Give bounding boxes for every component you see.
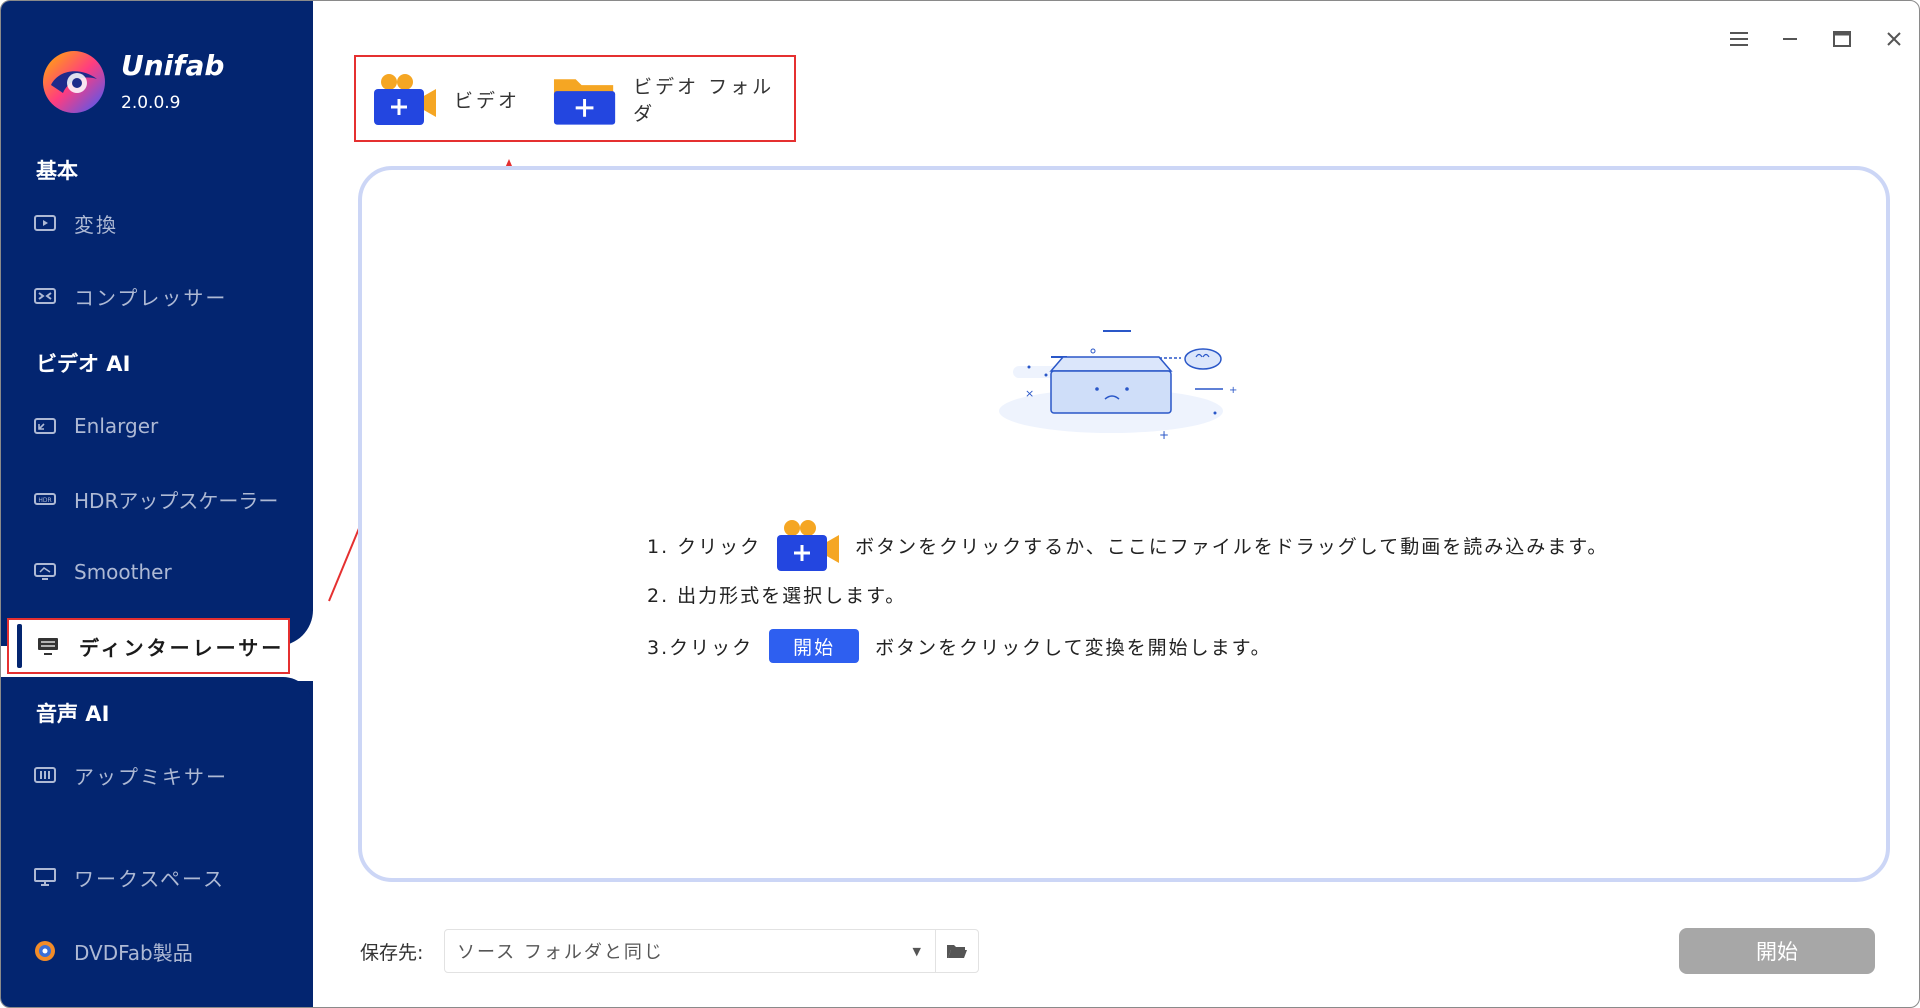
sidebar-item-label: アップミキサー (74, 764, 228, 789)
sidebar-item-label: DVDFab製品 (74, 940, 193, 965)
sidebar-item-label: Smoother (74, 560, 172, 584)
deinterlacer-icon (37, 637, 59, 655)
close-icon[interactable] (1880, 25, 1908, 53)
add-video-icon (374, 74, 436, 125)
play-box-icon (34, 214, 56, 232)
save-destination-select[interactable]: ソース フォルダと同じ ▼ (444, 929, 936, 973)
compress-icon (34, 287, 56, 305)
sidebar-item-label: Enlarger (74, 414, 159, 438)
sidebar-item-label: コンプレッサー (74, 285, 228, 310)
sidebar-item-smoother[interactable]: Smoother (1, 547, 313, 597)
start-button[interactable]: 開始 (1679, 928, 1875, 974)
add-video-button[interactable]: ビデオ (372, 71, 520, 127)
step3-prefix: 3.クリック (647, 636, 754, 659)
sidebar-item-upmixer[interactable]: アップミキサー (1, 750, 313, 800)
save-destination-label: 保存先: (360, 942, 424, 964)
sidebar-item-label: HDRアップスケーラー (74, 488, 279, 513)
add-folder-button[interactable]: ビデオ フォルダ (552, 71, 794, 127)
step3-suffix: ボタンをクリックして変換を開始します。 (875, 636, 1272, 659)
app-window: Unifab 2.0.0.9 基本 変換 コンプレッサー ビデオ AI Enla… (0, 0, 1920, 1008)
save-destination-value: ソース フォルダと同じ (457, 942, 664, 963)
svg-text:+: + (1229, 385, 1237, 396)
step1-suffix: ボタンをクリックするか、ここにファイルをドラッグして動画を読み込みます。 (855, 535, 1609, 558)
sidebar-item-deinterlacer[interactable]: ディンターレーサー (7, 618, 290, 674)
menu-icon[interactable] (1725, 25, 1753, 53)
svg-text:×: × (1025, 387, 1034, 400)
step1-prefix: 1. クリック (647, 535, 762, 558)
sidebar-item-hdr-upscaler[interactable]: HDR HDRアップスケーラー (1, 474, 313, 524)
unifab-logo (43, 51, 105, 113)
sidebar-item-label: ディンターレーサー (79, 635, 285, 660)
enlarge-icon (34, 417, 56, 435)
instruction-step-2: 2. 出力形式を選択します。 (647, 581, 906, 608)
section-audio-ai: 音声 AI (36, 702, 110, 726)
sidebar-item-label: ワークスペース (74, 866, 225, 891)
upmixer-icon (34, 766, 56, 784)
monitor-icon (34, 868, 56, 886)
sidebar-item-compressor[interactable]: コンプレッサー (1, 271, 313, 321)
sidebar-item-convert[interactable]: 変換 (1, 198, 313, 248)
svg-text:HDR: HDR (38, 497, 51, 504)
step2-text: 2. 出力形式を選択します。 (647, 585, 907, 607)
folder-open-icon (947, 945, 967, 958)
sidebar-item-workspace[interactable]: ワークスペース (1, 852, 313, 902)
section-video-ai: ビデオ AI (36, 352, 131, 376)
sidebar-item-label: 変換 (74, 212, 118, 237)
sidebar-item-enlarger[interactable]: Enlarger (1, 401, 313, 451)
instruction-step-1: 1. クリック ボタンをクリックするか、ここにファイルをドラッグして動画を読み込… (647, 517, 1608, 573)
instruction-step-3: 3.クリック 開始 ボタンをクリックして変換を開始します。 (647, 629, 1272, 663)
app-version: 2.0.0.9 (121, 93, 181, 113)
dvdfab-icon (34, 941, 56, 961)
smoother-icon (34, 563, 56, 581)
add-video-label: ビデオ (454, 89, 521, 112)
maximize-icon[interactable] (1828, 25, 1856, 53)
app-name: Unifab (121, 49, 225, 82)
sidebar-item-dvdfab-products[interactable]: DVDFab製品 (1, 926, 313, 976)
add-folder-icon (553, 79, 616, 125)
section-basic: 基本 (36, 159, 78, 183)
start-inline-badge: 開始 (769, 629, 860, 663)
svg-text:+: + (1159, 428, 1169, 442)
chevron-down-icon: ▼ (912, 944, 921, 958)
add-folder-label: ビデオ フォルダ (633, 76, 775, 125)
add-source-toolbar: ビデオ ビデオ フォルダ (354, 55, 796, 142)
active-indicator (17, 624, 22, 668)
minimize-icon[interactable] (1776, 25, 1804, 53)
hdr-icon: HDR (34, 490, 56, 508)
add-video-icon (777, 520, 840, 571)
empty-box-illustration: × + + (999, 330, 1237, 442)
sidebar: Unifab 2.0.0.9 基本 変換 コンプレッサー ビデオ AI Enla… (1, 1, 313, 1007)
browse-folder-button[interactable] (935, 929, 979, 973)
